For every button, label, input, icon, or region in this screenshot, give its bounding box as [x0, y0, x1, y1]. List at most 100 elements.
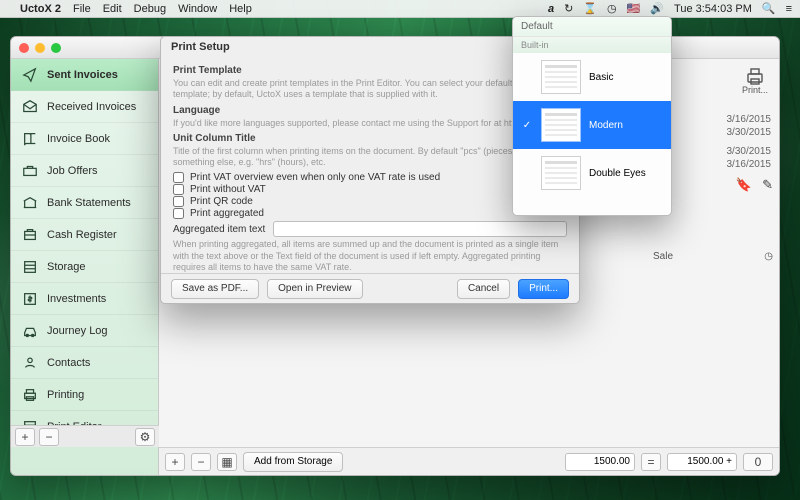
- menu-help[interactable]: Help: [229, 3, 252, 15]
- sidebar-footer: + − ⚙: [11, 425, 159, 447]
- remove-item-button[interactable]: −: [191, 453, 211, 471]
- section-unit-title: Unit Column Title: [173, 133, 567, 144]
- sidebar-item-label: Contacts: [47, 357, 90, 369]
- sidebar-item-contacts[interactable]: Contacts: [11, 347, 158, 379]
- tag-icon[interactable]: 🔖: [736, 177, 752, 193]
- status-flag-icon[interactable]: 🇺🇸: [627, 2, 641, 15]
- chk-label: Print QR code: [190, 196, 253, 207]
- menubar-clock[interactable]: Tue 3:54:03 PM: [674, 3, 752, 15]
- date-field[interactable]: 3/30/2015: [727, 127, 772, 138]
- menu-file[interactable]: File: [73, 3, 91, 15]
- chk-without-vat[interactable]: [173, 184, 184, 195]
- window-zoom-icon[interactable]: [51, 43, 61, 53]
- window-close-icon[interactable]: [19, 43, 29, 53]
- status-volume-icon[interactable]: 🔊: [650, 2, 664, 15]
- section-unit-desc: Title of the first column when printing …: [173, 146, 567, 169]
- template-name: Basic: [589, 72, 613, 83]
- edit-icon[interactable]: ✎: [762, 177, 773, 193]
- sheet-title: Print Setup: [171, 41, 230, 53]
- printer-icon: [745, 67, 765, 85]
- window-minimize-icon[interactable]: [35, 43, 45, 53]
- clock-icon[interactable]: ◷: [764, 251, 773, 262]
- chk-qr-code[interactable]: [173, 196, 184, 207]
- template-option-basic[interactable]: Basic: [513, 53, 671, 101]
- status-wifi-icon[interactable]: ⌛: [583, 2, 597, 15]
- car-icon: [21, 322, 39, 340]
- grid-view-icon[interactable]: ▦: [217, 453, 237, 471]
- sidebar: Sent Invoices Received Invoices Invoice Bo…: [11, 59, 159, 475]
- sidebar-item-investments[interactable]: Investments: [11, 283, 158, 315]
- date-field[interactable]: 3/16/2015: [727, 159, 772, 170]
- sidebar-item-received-invoices[interactable]: Received Invoices: [11, 91, 158, 123]
- print-button[interactable]: Print...: [518, 279, 569, 299]
- chk-aggregated[interactable]: [173, 208, 184, 219]
- agg-desc: When printing aggregated, all items are …: [173, 239, 567, 273]
- spotlight-icon[interactable]: 🔍: [762, 2, 776, 15]
- section-language-title: Language: [173, 105, 567, 116]
- add-item-button[interactable]: +: [165, 453, 185, 471]
- sidebar-item-sent-invoices[interactable]: Sent Invoices: [11, 59, 158, 91]
- equals-button[interactable]: =: [641, 453, 661, 471]
- agg-text-input[interactable]: [273, 221, 567, 237]
- sidebar-item-label: Bank Statements: [47, 197, 131, 209]
- book-icon: [21, 130, 39, 148]
- template-option-double-eyes[interactable]: Double Eyes: [513, 149, 671, 197]
- save-as-pdf-button[interactable]: Save as PDF...: [171, 279, 259, 299]
- settings-gear-icon[interactable]: ⚙: [135, 428, 155, 446]
- briefcase-icon: [21, 162, 39, 180]
- amount-left[interactable]: 1500.00: [565, 453, 635, 471]
- items-footer: + − ▦ Add from Storage 1500.00 = 1500.00…: [159, 447, 779, 475]
- sidebar-item-label: Invoice Book: [47, 133, 110, 145]
- status-refresh-icon[interactable]: ↻: [564, 2, 573, 15]
- popover-header: Default: [513, 17, 671, 37]
- chk-label: Print VAT overview even when only one VA…: [190, 172, 440, 183]
- menubar-status: a ↻ ⌛ ◷ 🇺🇸 🔊 Tue 3:54:03 PM 🔍 ≡: [548, 2, 792, 15]
- cancel-button[interactable]: Cancel: [457, 279, 510, 299]
- status-clock-icon[interactable]: ◷: [607, 2, 617, 15]
- app-menu[interactable]: UctoX 2: [20, 3, 61, 15]
- toolbar-print[interactable]: Print...: [731, 59, 779, 103]
- sidebar-item-job-offers[interactable]: Job Offers: [11, 155, 158, 187]
- chk-vat-overview[interactable]: [173, 172, 184, 183]
- sidebar-item-label: Storage: [47, 261, 86, 273]
- remove-button[interactable]: −: [39, 428, 59, 446]
- toolbar-print-label: Print...: [742, 85, 768, 95]
- sidebar-item-bank-statements[interactable]: Bank Statements: [11, 187, 158, 219]
- sidebar-item-label: Sent Invoices: [47, 69, 118, 81]
- sidebar-item-label: Job Offers: [47, 165, 98, 177]
- bank-icon: [21, 194, 39, 212]
- menu-edit[interactable]: Edit: [103, 3, 122, 15]
- paper-plane-icon: [21, 66, 39, 84]
- amount-zero: 0: [743, 453, 773, 471]
- section-template-desc: You can edit and create print templates …: [173, 78, 567, 101]
- template-thumbnail: [541, 156, 581, 190]
- menu-debug[interactable]: Debug: [134, 3, 166, 15]
- add-from-storage-button[interactable]: Add from Storage: [243, 452, 343, 472]
- add-button[interactable]: +: [15, 428, 35, 446]
- sidebar-item-label: Cash Register: [47, 229, 117, 241]
- sidebar-item-journey-log[interactable]: Journey Log: [11, 315, 158, 347]
- template-option-modern[interactable]: ✓Modern: [513, 101, 671, 149]
- sale-label: Sale: [653, 251, 673, 262]
- date-field[interactable]: 3/16/2015: [727, 114, 772, 125]
- amount-right[interactable]: 1500.00 +: [667, 453, 737, 471]
- template-popover: Default Built-in Basic✓ModernDouble Eyes: [512, 16, 672, 216]
- open-in-preview-button[interactable]: Open in Preview: [267, 279, 362, 299]
- printer-icon: [21, 386, 39, 404]
- menu-extra-icon[interactable]: ≡: [786, 3, 792, 15]
- sidebar-item-invoice-book[interactable]: Invoice Book: [11, 123, 158, 155]
- status-italic-a-icon[interactable]: a: [548, 3, 554, 15]
- chk-label: Print without VAT: [190, 184, 266, 195]
- sidebar-item-label: Journey Log: [47, 325, 108, 337]
- envelope-open-icon: [21, 98, 39, 116]
- sidebar-item-cash-register[interactable]: Cash Register: [11, 219, 158, 251]
- template-thumbnail: [541, 60, 581, 94]
- sidebar-item-storage[interactable]: Storage: [11, 251, 158, 283]
- sidebar-item-label: Received Invoices: [47, 101, 136, 113]
- storage-icon: [21, 258, 39, 276]
- sidebar-item-printing[interactable]: Printing: [11, 379, 158, 411]
- section-template-title: Print Template: [173, 65, 567, 76]
- sidebar-item-label: Printing: [47, 389, 84, 401]
- date-field[interactable]: 3/30/2015: [727, 146, 772, 157]
- menu-window[interactable]: Window: [178, 3, 217, 15]
